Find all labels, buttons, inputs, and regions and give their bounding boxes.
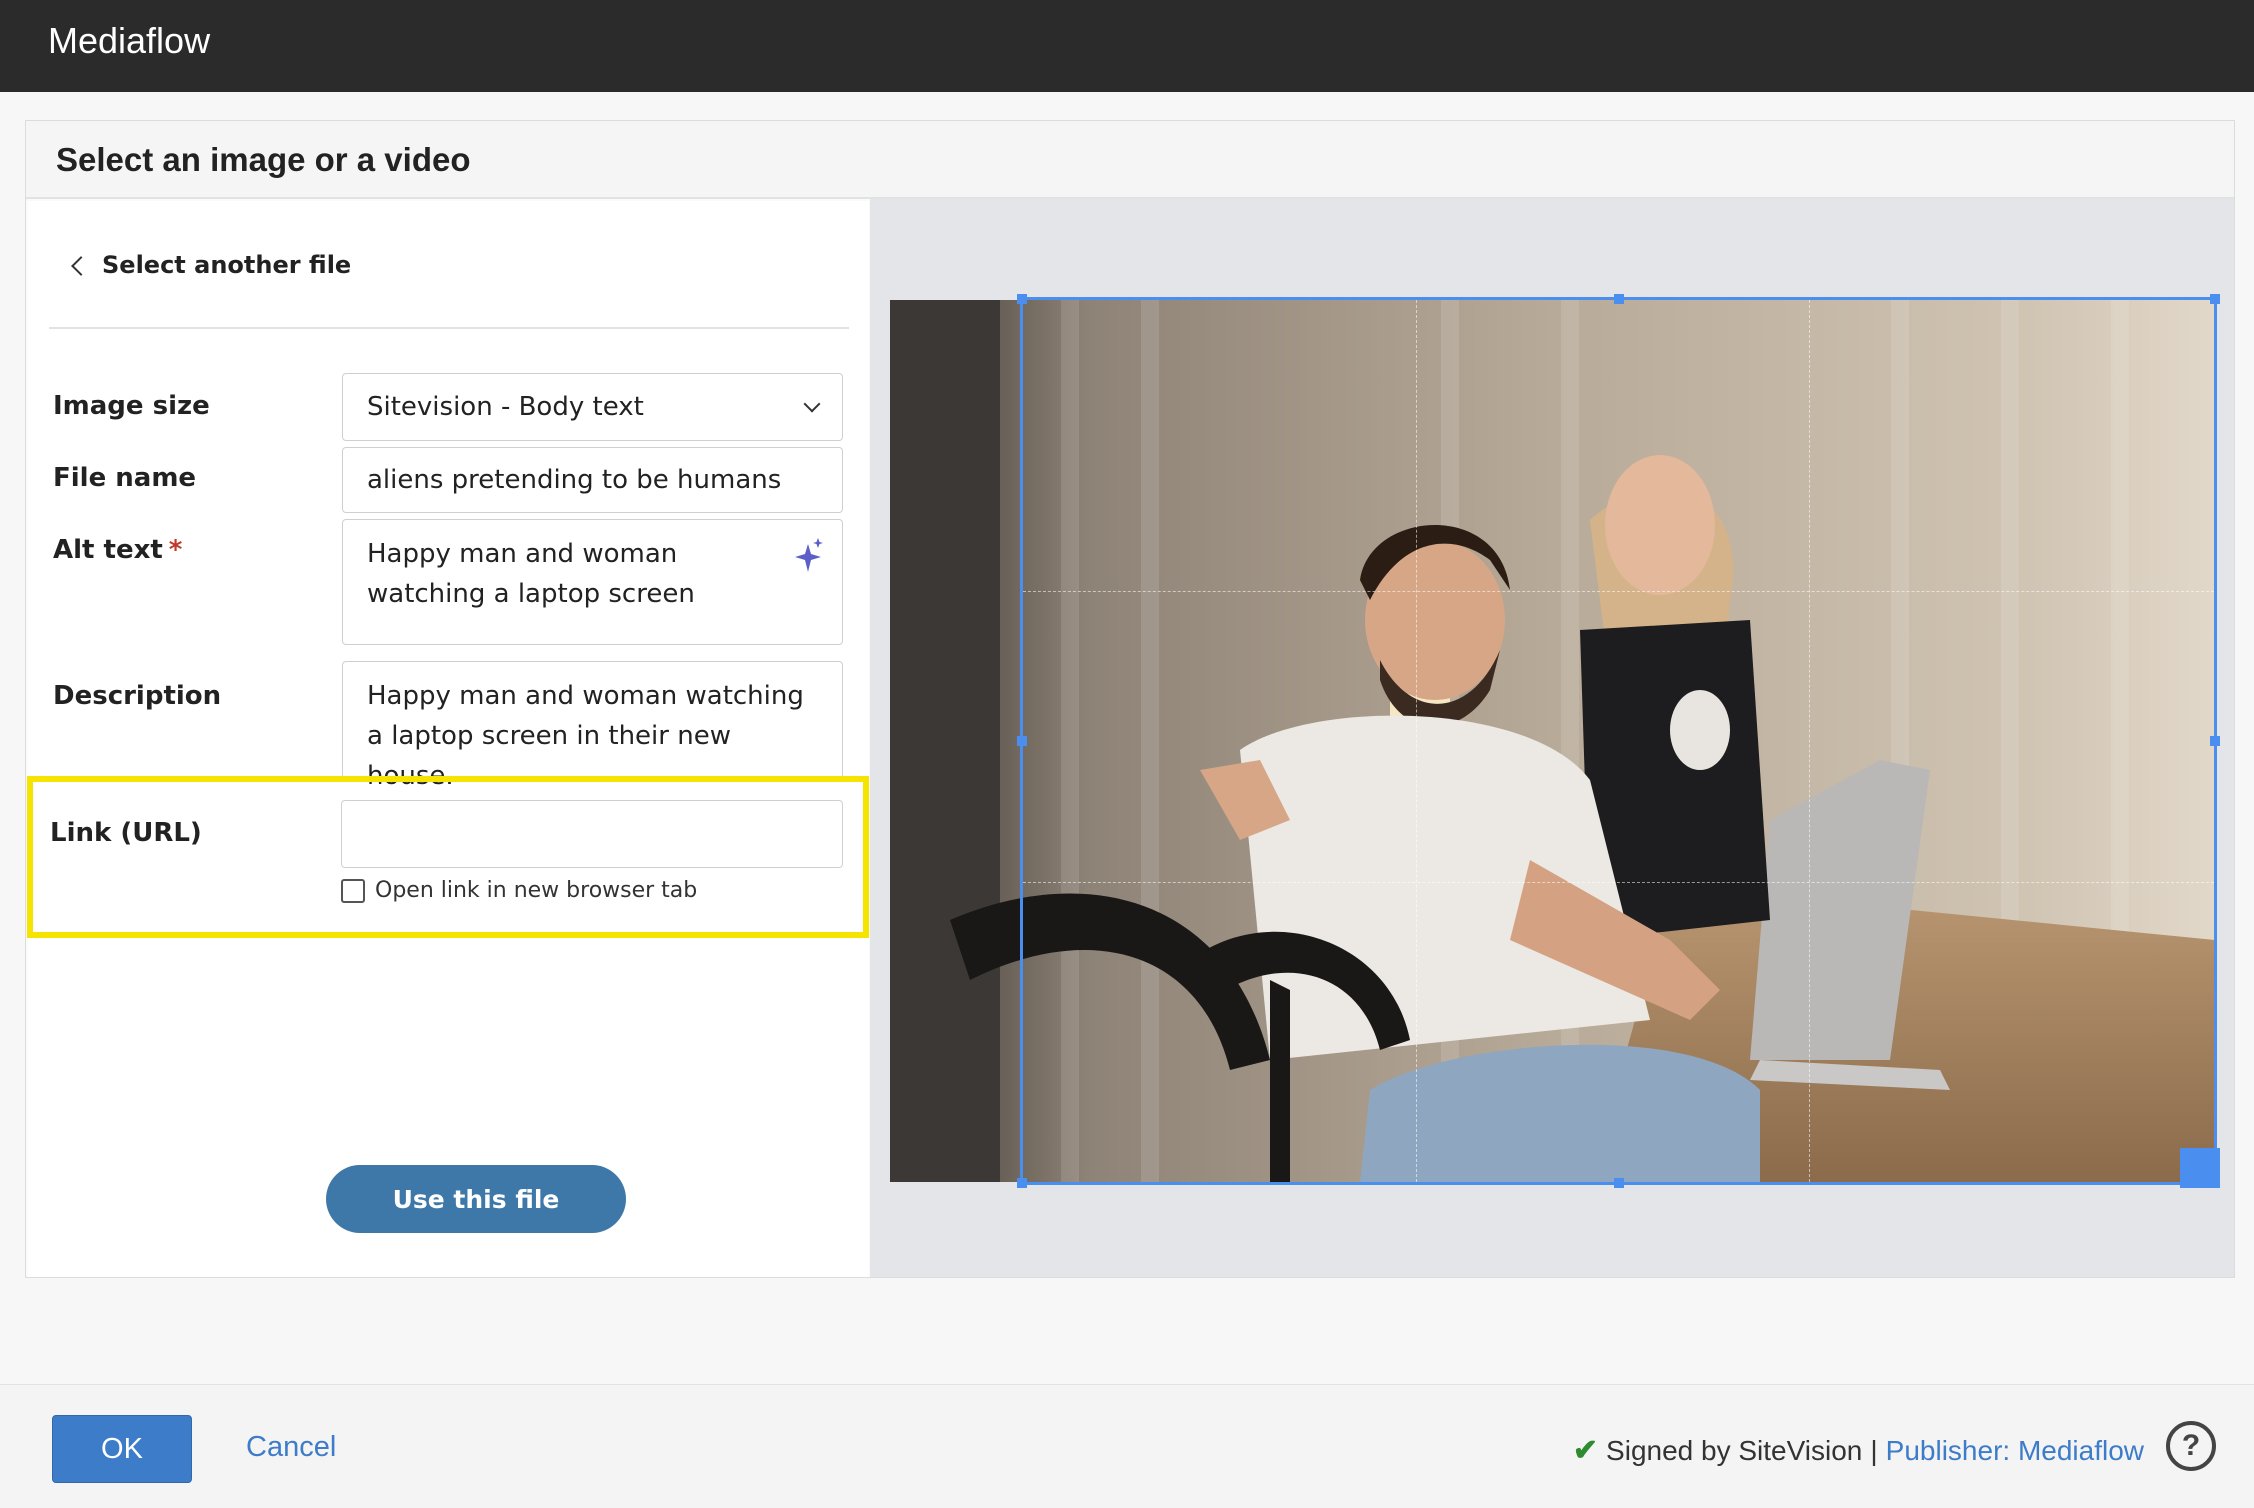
required-marker: * <box>168 535 183 565</box>
description-value: Happy man and woman watching a laptop sc… <box>367 681 804 791</box>
link-url-label: Link (URL) <box>50 818 202 848</box>
chevron-down-icon <box>803 395 821 413</box>
select-another-file-link[interactable]: Select another file <box>71 251 352 279</box>
alt-text-label-text: Alt text <box>53 535 163 565</box>
open-new-tab-checkbox[interactable] <box>341 878 365 903</box>
chevron-left-icon <box>71 256 91 276</box>
image-size-value: Sitevision - Body text <box>367 392 644 422</box>
divider <box>49 327 849 329</box>
signed-label: Signed by SiteVision <box>1606 1434 1863 1466</box>
crop-handle-top-left[interactable] <box>1017 294 1027 304</box>
crop-frame[interactable] <box>1017 294 2220 1188</box>
use-this-file-button[interactable]: Use this file <box>326 1165 626 1233</box>
file-name-input[interactable]: aliens pretending to be humans <box>342 447 843 513</box>
dialog-title: Select an image or a video <box>56 141 471 178</box>
description-label: Description <box>53 681 222 711</box>
crop-handle-bottom-right[interactable] <box>2180 1148 2220 1188</box>
file-details-panel: Select another file Image size Sitevisio… <box>28 201 869 1277</box>
back-link-label: Select another file <box>102 251 352 279</box>
grid-line <box>1023 591 2214 593</box>
crop-handle-bottom[interactable] <box>1613 1178 1624 1188</box>
open-new-tab-option: Open link in new browser tab <box>341 878 697 903</box>
sparkle-icon[interactable] <box>792 536 826 576</box>
app-header: Mediaflow <box>0 0 2254 92</box>
publisher-link[interactable]: Publisher: Mediaflow <box>1886 1435 2144 1467</box>
crop-handle-top[interactable] <box>1613 294 1624 304</box>
select-media-dialog: Select an image or a video Select anothe… <box>25 120 2235 1278</box>
grid-line <box>1416 300 1418 1182</box>
grid-line <box>1809 300 1811 1182</box>
crop-handle-top-right[interactable] <box>2210 294 2220 304</box>
grid-line <box>1023 882 2214 884</box>
app-title: Mediaflow <box>48 20 211 61</box>
link-url-input[interactable] <box>341 800 843 868</box>
description-textarea[interactable]: Happy man and woman watching a laptop sc… <box>342 661 843 791</box>
dialog-footer: OK Cancel ✔ Signed by SiteVision | Publi… <box>0 1384 2254 1508</box>
open-new-tab-label: Open link in new browser tab <box>375 878 698 903</box>
crop-handle-left[interactable] <box>1017 736 1027 746</box>
separator: | <box>1870 1434 1878 1466</box>
alt-text-label: Alt text * <box>53 535 182 565</box>
ok-button[interactable]: OK <box>52 1415 192 1483</box>
image-size-label: Image size <box>53 391 210 421</box>
crop-handle-right[interactable] <box>2210 736 2220 746</box>
image-size-select[interactable]: Sitevision - Body text <box>342 373 843 441</box>
alt-text-textarea[interactable]: Happy man and woman watching a laptop sc… <box>342 519 843 645</box>
crop-handle-bottom-left[interactable] <box>1017 1178 1027 1188</box>
dialog-header: Select an image or a video <box>26 121 2234 199</box>
help-icon[interactable]: ? <box>2166 1421 2216 1471</box>
image-preview-panel <box>870 199 2234 1277</box>
check-icon: ✔ <box>1572 1434 1599 1467</box>
alt-text-value: Happy man and woman watching a laptop sc… <box>367 539 695 609</box>
file-name-label: File name <box>53 463 197 493</box>
cancel-link[interactable]: Cancel <box>246 1431 336 1464</box>
file-name-value: aliens pretending to be humans <box>367 465 782 495</box>
signature-info: ✔ Signed by SiteVision | Publisher: Medi… <box>1573 1433 2144 1468</box>
